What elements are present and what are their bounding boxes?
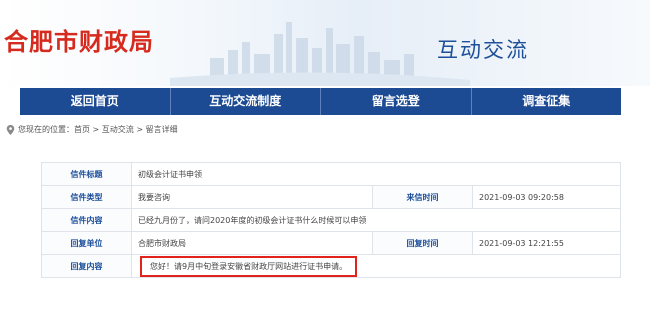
- breadcrumb-text: 您现在的位置：首页 > 互动交流 > 留言详细: [18, 125, 178, 134]
- reply-content-value: 您好！请9月中旬登录安徽省财政厅网站进行证书申请。: [140, 255, 358, 277]
- city-skyline-graphic: [170, 22, 470, 86]
- letter-content-label: 信件内容: [41, 208, 132, 232]
- main-nav: 返回首页 互动交流制度 留言选登 调查征集: [20, 88, 621, 115]
- reply-content-label: 回复内容: [41, 254, 132, 278]
- site-title[interactable]: 合肥市财政局: [4, 22, 154, 57]
- nav-item-interaction-policy[interactable]: 互动交流制度: [171, 88, 321, 115]
- received-time-label: 来信时间: [372, 185, 473, 209]
- nav-item-selected-messages[interactable]: 留言选登: [321, 88, 472, 115]
- header-banner: 合肥市财政局 互动交流: [0, 0, 650, 86]
- table-row: 信件标题 初级会计证书申领: [41, 162, 621, 186]
- section-title: 互动交流: [437, 38, 529, 62]
- table-row: 信件类型 我要咨询 来信时间 2021-09-03 09:20:58: [41, 185, 621, 209]
- reply-content-cell: 您好！请9月中旬登录安徽省财政厅网站进行证书申请。: [131, 254, 621, 278]
- reply-unit-label: 回复单位: [41, 231, 132, 255]
- letter-type-value: 我要咨询: [131, 185, 373, 209]
- reply-unit-value: 合肥市财政局: [131, 231, 373, 255]
- table-row: 信件内容 已经九月份了，请问2020年度的初级会计证书什么时候可以申领: [41, 208, 621, 232]
- letter-title-value: 初级会计证书申领: [131, 162, 621, 186]
- breadcrumb: 您现在的位置：首页 > 互动交流 > 留言详细: [6, 124, 178, 135]
- letter-type-label: 信件类型: [41, 185, 132, 209]
- page: 合肥市财政局 互动交流 返回首页 互动交流制度 留言选登 调查征集 您现在的位置…: [0, 0, 650, 325]
- table-row: 回复单位 合肥市财政局 回复时间 2021-09-03 12:21:55: [41, 231, 621, 255]
- letter-detail-table: 信件标题 初级会计证书申领 信件类型 我要咨询 来信时间 2021-09-03 …: [41, 162, 621, 278]
- nav-item-home[interactable]: 返回首页: [20, 88, 171, 115]
- nav-item-surveys[interactable]: 调查征集: [472, 88, 622, 115]
- received-time-value: 2021-09-03 09:20:58: [472, 185, 621, 209]
- table-row: 回复内容 您好！请9月中旬登录安徽省财政厅网站进行证书申请。: [41, 254, 621, 278]
- reply-time-label: 回复时间: [372, 231, 473, 255]
- letter-title-label: 信件标题: [41, 162, 132, 186]
- reply-time-value: 2021-09-03 12:21:55: [472, 231, 621, 255]
- letter-content-value: 已经九月份了，请问2020年度的初级会计证书什么时候可以申领: [131, 208, 621, 232]
- location-pin-icon: [6, 124, 15, 135]
